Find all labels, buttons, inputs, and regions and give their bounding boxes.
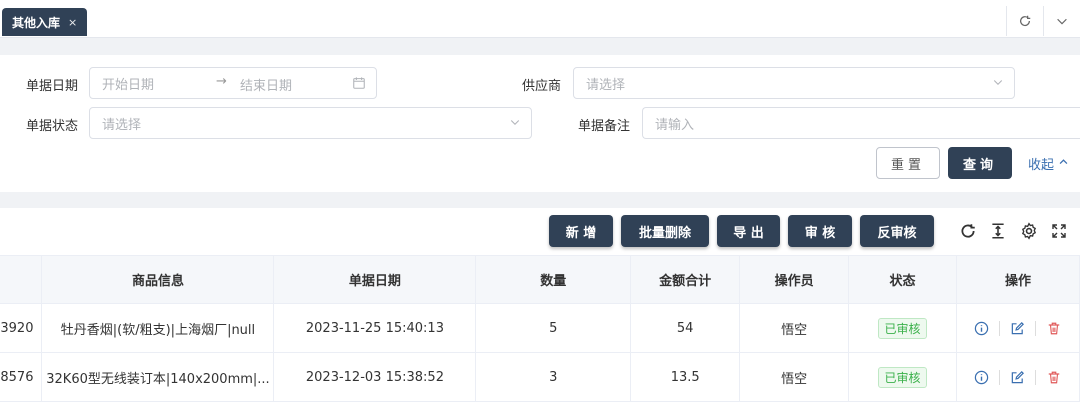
- reset-button[interactable]: 重置: [876, 147, 940, 179]
- arrow-right-icon: →: [216, 74, 227, 89]
- edit-icon[interactable]: [1000, 369, 1036, 385]
- column-header-status: 状态: [848, 255, 957, 304]
- supplier-select[interactable]: 请选择: [573, 67, 1015, 99]
- trash-icon[interactable]: [1036, 321, 1072, 336]
- tab-tools: [1006, 6, 1080, 36]
- search-panel: 单据日期 开始日期 → 结束日期 供应商 请选择 单据状态 请选择 单据备注 请…: [0, 55, 1080, 192]
- edit-icon[interactable]: [1000, 320, 1036, 336]
- table-header-row: 商品信息 单据日期 数量 金额合计 操作员 状态 操作: [0, 255, 1080, 304]
- table-row[interactable]: 3920 牡丹香烟|(软/粗支)|上海烟厂|null 2023-11-25 15…: [0, 303, 1080, 353]
- close-icon[interactable]: ×: [68, 16, 77, 29]
- status-badge: 已审核: [878, 317, 927, 339]
- cell-operator: 悟空: [739, 303, 850, 353]
- calendar-icon: [352, 76, 366, 94]
- cell-id: 3920: [0, 303, 43, 353]
- column-header-operator: 操作员: [739, 255, 850, 304]
- column-header-amount: 金额合计: [630, 255, 741, 304]
- cell-status: 已审核: [848, 352, 957, 402]
- gear-icon[interactable]: [1018, 220, 1040, 242]
- date-start-placeholder: 开始日期: [102, 77, 155, 93]
- date-end-placeholder: 结束日期: [240, 79, 293, 94]
- trash-icon[interactable]: [1036, 370, 1072, 385]
- cell-date: 2023-11-25 15:40:13: [273, 303, 477, 353]
- cell-actions: [956, 303, 1080, 353]
- cell-product: 牡丹香烟|(软/粗支)|上海烟厂|null: [41, 303, 275, 353]
- status-badge: 已审核: [878, 366, 927, 388]
- refresh-icon[interactable]: [1006, 6, 1043, 36]
- column-header-date: 单据日期: [273, 255, 477, 304]
- remark-placeholder: 请输入: [655, 117, 695, 133]
- table-panel: 新 增 批量删除 导 出 审 核 反审核 商品信息 单据日期 数量 金额合计 操…: [0, 208, 1080, 403]
- column-header-qty: 数量: [475, 255, 632, 304]
- refresh-icon[interactable]: [957, 220, 979, 242]
- add-button[interactable]: 新 增: [549, 215, 613, 247]
- collapse-toggle[interactable]: 收起: [1028, 154, 1069, 173]
- tab-other-inbound[interactable]: 其他入库 ×: [2, 8, 88, 36]
- cell-date: 2023-12-03 15:38:52: [273, 352, 477, 402]
- status-placeholder: 请选择: [102, 117, 142, 133]
- unaudit-button[interactable]: 反审核: [860, 215, 934, 247]
- cell-qty: 5: [475, 303, 632, 353]
- audit-button[interactable]: 审 核: [788, 215, 852, 247]
- cell-qty: 3: [475, 352, 632, 402]
- column-header-actions: 操作: [956, 255, 1080, 304]
- cell-amount: 54: [630, 303, 741, 353]
- cell-operator: 悟空: [739, 352, 850, 402]
- cell-actions: [956, 352, 1080, 402]
- info-icon[interactable]: [964, 369, 1000, 385]
- fullscreen-icon[interactable]: [1048, 220, 1070, 242]
- supplier-label: 供应商: [522, 79, 562, 94]
- date-label: 单据日期: [26, 79, 79, 94]
- cell-id: 8576: [0, 352, 43, 402]
- column-header-product: 商品信息: [41, 255, 275, 304]
- collapse-label: 收起: [1028, 158, 1055, 173]
- supplier-placeholder: 请选择: [586, 77, 626, 93]
- tab-label: 其他入库: [12, 15, 61, 30]
- column-header-id: [0, 255, 43, 304]
- export-button[interactable]: 导 出: [717, 215, 780, 247]
- date-range-picker[interactable]: 开始日期 → 结束日期: [89, 67, 377, 99]
- chevron-down-icon: [992, 76, 1004, 92]
- status-label: 单据状态: [26, 119, 79, 134]
- remark-input[interactable]: 请输入: [642, 107, 1080, 139]
- cell-status: 已审核: [848, 303, 957, 353]
- cell-amount: 13.5: [630, 352, 741, 402]
- status-select[interactable]: 请选择: [89, 107, 532, 139]
- table-row[interactable]: 8576 32K60型无线装订本|140x200mm|... 2023-12-0…: [0, 352, 1080, 402]
- query-button[interactable]: 查询: [948, 147, 1012, 179]
- tab-bar: 其他入库 ×: [0, 0, 1080, 38]
- chevron-up-icon: [1058, 156, 1069, 171]
- cell-product: 32K60型无线装订本|140x200mm|...: [41, 352, 275, 402]
- info-icon[interactable]: [964, 320, 1000, 336]
- column-height-icon[interactable]: [987, 220, 1009, 242]
- data-table: 商品信息 单据日期 数量 金额合计 操作员 状态 操作 3920 牡丹香烟|(软…: [0, 255, 1080, 402]
- chevron-down-icon[interactable]: [1043, 6, 1080, 36]
- remark-label: 单据备注: [578, 119, 631, 134]
- chevron-down-icon: [509, 116, 521, 132]
- batch-delete-button[interactable]: 批量删除: [621, 215, 709, 247]
